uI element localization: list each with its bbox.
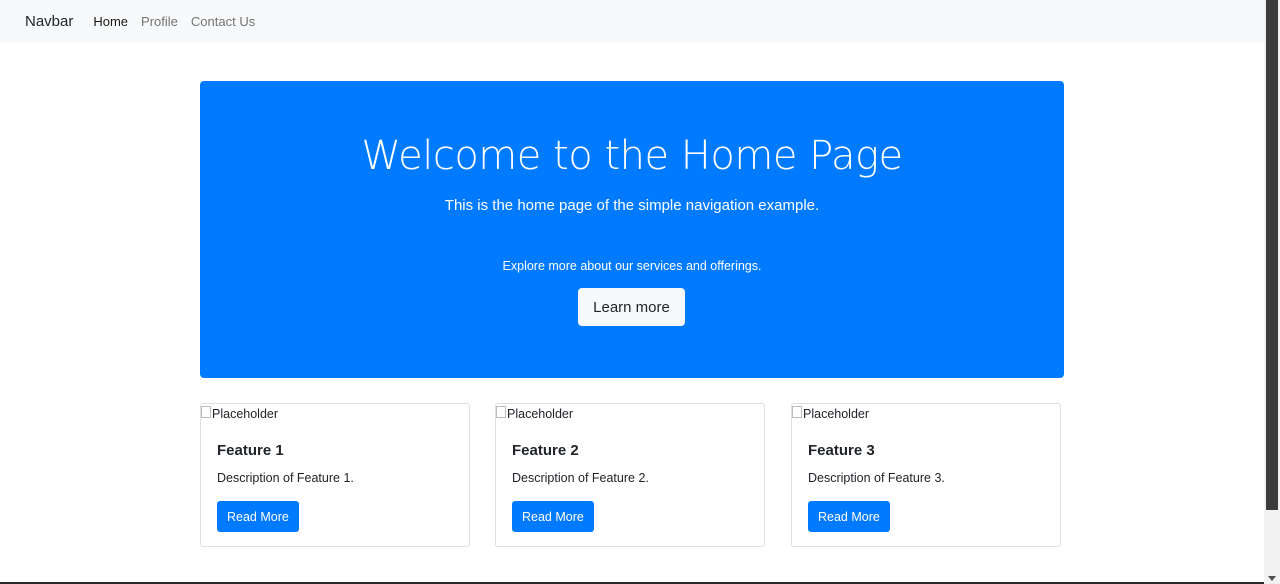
card-image-placeholder: Placeholder bbox=[201, 404, 278, 424]
card-image-alt: Placeholder bbox=[507, 407, 574, 421]
learn-more-button[interactable]: Learn more bbox=[578, 288, 685, 326]
card-text: Description of Feature 1. bbox=[217, 471, 354, 485]
card-title: Feature 2 bbox=[512, 442, 579, 459]
page: Navbar Home Profile Contact Us Welcome t… bbox=[0, 0, 1280, 584]
hero-lead: This is the home page of the simple navi… bbox=[444, 197, 820, 214]
navbar: Navbar Home Profile Contact Us bbox=[0, 0, 1264, 42]
card-text: Description of Feature 2. bbox=[512, 471, 649, 485]
read-more-button-2[interactable]: Read More bbox=[512, 501, 594, 532]
broken-image-icon bbox=[792, 406, 802, 418]
viewport: Navbar Home Profile Contact Us Welcome t… bbox=[0, 0, 1264, 584]
hero-jumbotron: Welcome to the Home Page This is the hom… bbox=[200, 81, 1064, 378]
card-title: Feature 1 bbox=[217, 442, 284, 459]
hero-text: Explore more about our services and offe… bbox=[502, 259, 762, 273]
card-image-alt: Placeholder bbox=[803, 407, 870, 421]
nav-link-contact-us[interactable]: Contact Us bbox=[191, 14, 255, 29]
broken-image-icon bbox=[201, 406, 211, 418]
vertical-scrollbar[interactable] bbox=[1264, 0, 1280, 584]
nav-links: Home Profile Contact Us bbox=[93, 14, 255, 29]
nav-link-profile[interactable]: Profile bbox=[141, 14, 178, 29]
scrollbar-thumb[interactable] bbox=[1266, 0, 1278, 510]
card-image-placeholder: Placeholder bbox=[792, 404, 869, 424]
card-text: Description of Feature 3. bbox=[808, 471, 945, 485]
card-title: Feature 3 bbox=[808, 442, 875, 459]
card-image-placeholder: Placeholder bbox=[496, 404, 573, 424]
feature-card-2: Placeholder Feature 2 Description of Fea… bbox=[495, 403, 765, 547]
scroll-down-arrow-icon[interactable] bbox=[1268, 576, 1276, 581]
broken-image-icon bbox=[496, 406, 506, 418]
read-more-button-1[interactable]: Read More bbox=[217, 501, 299, 532]
feature-card-3: Placeholder Feature 3 Description of Fea… bbox=[791, 403, 1061, 547]
navbar-brand[interactable]: Navbar bbox=[25, 13, 73, 30]
card-image-alt: Placeholder bbox=[212, 407, 279, 421]
hero-title: Welcome to the Home Page bbox=[361, 133, 903, 179]
read-more-button-3[interactable]: Read More bbox=[808, 501, 890, 532]
nav-link-home[interactable]: Home bbox=[93, 14, 128, 29]
feature-card-1: Placeholder Feature 1 Description of Fea… bbox=[200, 403, 470, 547]
